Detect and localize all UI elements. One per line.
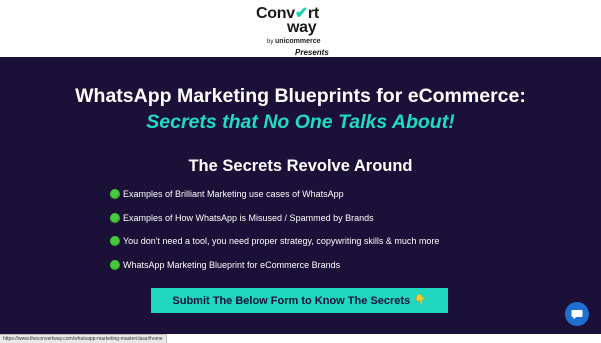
list-item-text: Examples of Brilliant Marketing use case… bbox=[123, 189, 344, 199]
list-item: Examples of How WhatsApp is Misused / Sp… bbox=[110, 211, 439, 225]
hero-section: WhatsApp Marketing Blueprints for eComme… bbox=[0, 57, 601, 334]
logo-byline: by unicommerce bbox=[267, 38, 321, 45]
bullet-dot-icon bbox=[110, 212, 120, 223]
pointing-down-icon: 👇 bbox=[414, 295, 427, 306]
chat-icon bbox=[571, 310, 583, 320]
page-title: WhatsApp Marketing Blueprints for eComme… bbox=[75, 85, 526, 107]
list-item: Examples of Brilliant Marketing use case… bbox=[110, 187, 439, 201]
submit-form-cta-button[interactable]: Submit The Below Form to Know The Secret… bbox=[151, 288, 448, 313]
presents-label: Presents bbox=[295, 48, 329, 57]
page-subtitle: Secrets that No One Talks About! bbox=[146, 111, 455, 133]
section-heading: The Secrets Revolve Around bbox=[188, 157, 413, 175]
list-item-text: You don't need a tool, you need proper s… bbox=[123, 236, 440, 246]
list-item: You don't need a tool, you need proper s… bbox=[110, 234, 439, 248]
bullet-dot-icon bbox=[110, 189, 120, 199]
bullet-dot-icon bbox=[110, 236, 120, 246]
list-item: WhatsApp Marketing Blueprint for eCommer… bbox=[110, 258, 439, 272]
page-bottom-edge bbox=[180, 337, 601, 342]
chat-widget-button[interactable] bbox=[565, 302, 589, 326]
secrets-list: Examples of Brilliant Marketing use case… bbox=[110, 187, 439, 281]
cta-label: Submit The Below Form to Know The Secret… bbox=[172, 294, 411, 307]
site-header: Conv✔rt way by unicommerce Presents bbox=[0, 0, 601, 57]
logo-wordmark-bottom: way bbox=[287, 19, 317, 36]
bullet-dot-icon bbox=[110, 259, 120, 270]
list-item-text: Examples of How WhatsApp is Misused / Sp… bbox=[123, 212, 374, 223]
convertway-logo[interactable]: Conv✔rt way by unicommerce Presents bbox=[255, 4, 351, 58]
list-item-text: WhatsApp Marketing Blueprint for eCommer… bbox=[123, 259, 341, 270]
